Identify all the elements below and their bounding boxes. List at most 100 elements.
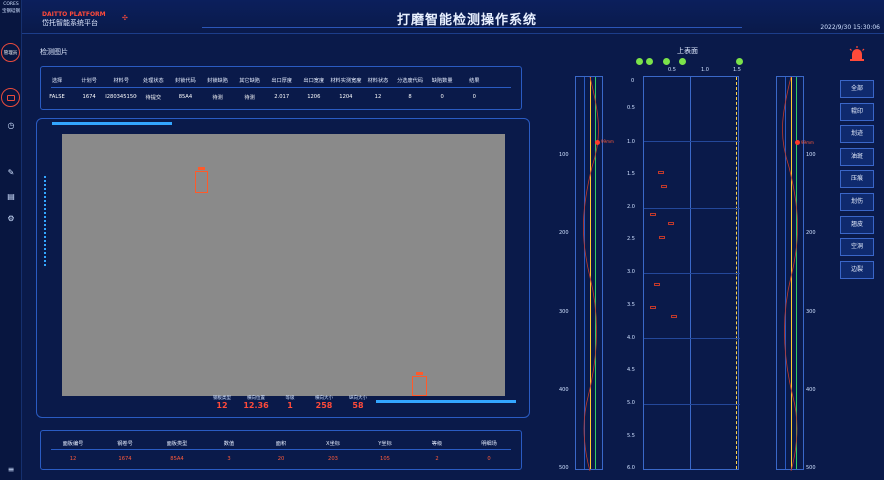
surface-y-tick: 2.0 — [627, 204, 635, 210]
right-strip-curve — [782, 77, 798, 471]
filter-all-button[interactable]: 全部 — [840, 80, 874, 98]
column-header: 选择 — [51, 78, 63, 84]
table-cell: 203 — [328, 456, 338, 462]
table-cell: 0 — [472, 94, 476, 100]
header: DAITTO PLATFORM 岱托智能系统平台 ✣ 打磨智能检测操作系统 20… — [22, 0, 884, 34]
table-cell: 20 — [277, 456, 285, 462]
filter-roll-mark-button[interactable]: 辊印 — [840, 102, 874, 121]
table-cell: 2 — [435, 456, 439, 462]
left-side-strip: 99mm — [575, 76, 614, 471]
table-cell: 2.017 — [274, 94, 290, 100]
filter-oil-spot-button[interactable]: 油斑 — [840, 147, 874, 166]
table-cell: I2803451500 — [105, 94, 138, 100]
table-divider — [51, 87, 511, 88]
strip-tick-label: 100 — [806, 152, 816, 158]
surface-chart-title: 上表面 — [677, 47, 698, 55]
table-cell: 3 — [227, 456, 231, 462]
defect-box[interactable] — [195, 171, 208, 193]
column-header: 出口宽度 — [303, 78, 325, 84]
surface-grid-line — [644, 208, 740, 209]
column-header: 计划号 — [81, 78, 97, 84]
left-strip-curve — [583, 77, 599, 471]
column-header: 面板类型 — [166, 441, 188, 447]
menu-icon[interactable]: ≡ — [5, 464, 17, 476]
table-cell: FALSE — [49, 94, 65, 100]
material-table: 选择 计划号 材料号 处理状态 封锁代码 封锁缺陷 其它缺陷 出口厚度 出口宽度… — [40, 66, 522, 110]
filter-edge-crack-button[interactable]: 边裂 — [840, 260, 874, 279]
strip-tick-label: 100 — [559, 152, 569, 158]
history-icon[interactable]: ◷ — [5, 120, 17, 132]
filter-peel-button[interactable]: 翘皮 — [840, 215, 874, 234]
surface-defect-mark[interactable] — [658, 171, 664, 174]
strip-tick-label: 200 — [559, 230, 569, 236]
filter-hole-button[interactable]: 空洞 — [840, 238, 874, 257]
column-header: X坐标 — [326, 441, 340, 447]
table-row[interactable]: FALSE 1674 I2803451500 待提交 85A4 待测 待测 2.… — [41, 94, 521, 101]
table-cell: 0 — [487, 456, 491, 462]
defect-box[interactable] — [412, 376, 427, 396]
column-header: 材料号 — [113, 78, 130, 84]
surface-y-tick: 1.5 — [627, 171, 635, 177]
defect-readout: 钢板类型 12 横向位置 12.36 等级 1 横向大小 258 纵向大小 58 — [205, 395, 375, 413]
surface-map[interactable] — [643, 76, 740, 470]
table-divider — [51, 449, 511, 450]
strip-marker[interactable] — [595, 140, 600, 145]
status-light-icon — [646, 58, 653, 65]
readout-item: 横向位置 12.36 — [239, 395, 273, 410]
column-header: 出口厚度 — [271, 78, 293, 84]
rail-admin-button[interactable]: 管理员 — [1, 43, 20, 62]
brand-chinese: 岱托智能系统平台 — [42, 19, 98, 27]
surface-x-tick: 0.5 — [668, 67, 676, 73]
defect-filter-list: 全部 辊印 划迹 油斑 压痕 划伤 翘皮 空洞 边裂 — [840, 80, 874, 283]
filter-scratch-trace-button[interactable]: 划迹 — [840, 125, 874, 144]
document-icon[interactable]: ▤ — [5, 191, 17, 203]
column-header: 材料状态 — [367, 78, 389, 84]
surface-y-tick: 6.0 — [627, 465, 635, 471]
inspection-image[interactable] — [62, 134, 505, 396]
surface-defect-mark[interactable] — [659, 236, 665, 239]
surface-defect-mark[interactable] — [661, 185, 667, 188]
surface-defect-mark[interactable] — [654, 283, 660, 286]
defect-tag — [198, 167, 205, 170]
status-light-icon — [636, 58, 643, 65]
readout-item: 横向大小 258 — [307, 395, 341, 410]
defect-table: 面板编号 钢卷号 面板类型 数值 面积 X坐标 Y坐标 等级 明细场 12 16… — [40, 430, 522, 470]
right-side-strip: 99mm — [776, 76, 814, 471]
column-header: 面积 — [275, 441, 287, 447]
column-header: 钢卷号 — [117, 441, 133, 447]
settings-icon[interactable]: ⚙ — [5, 213, 17, 225]
readout-value: 258 — [315, 401, 333, 410]
table-cell: 待测 — [244, 95, 255, 101]
surface-grid-line — [644, 141, 740, 142]
surface-defect-mark[interactable] — [650, 213, 656, 216]
surface-y-tick: 5.0 — [627, 400, 635, 406]
readout-value: 58 — [352, 401, 364, 410]
table-cell: 1204 — [339, 94, 353, 100]
filter-dent-button[interactable]: 压痕 — [840, 170, 874, 189]
table-cell: 85A4 — [170, 456, 184, 462]
column-header: 封锁代码 — [175, 78, 196, 84]
frame-accent-top — [52, 122, 172, 125]
surface-defect-mark[interactable] — [650, 306, 656, 309]
rail-dashboard-button[interactable] — [1, 88, 20, 107]
edit-icon[interactable]: ✎ — [5, 167, 17, 179]
surface-y-tick: 4.0 — [627, 335, 635, 341]
table-cell: 12 — [374, 94, 382, 100]
table-cell: 待测 — [212, 95, 223, 101]
readout-item: 纵向大小 58 — [341, 395, 375, 410]
alarm-icon[interactable] — [848, 45, 866, 63]
defect-tag — [416, 372, 423, 375]
status-light-icon — [679, 58, 686, 65]
column-header: 封锁缺陷 — [207, 78, 228, 84]
clock: 2022/9/30 15:30:06 — [820, 24, 880, 31]
table-row[interactable]: 12 1674 85A4 3 20 203 105 2 0 — [41, 456, 521, 462]
surface-defect-mark[interactable] — [668, 222, 674, 225]
readout-value: 12.36 — [243, 401, 269, 410]
surface-defect-mark[interactable] — [671, 315, 677, 318]
strip-marker-label: 99mm — [601, 139, 614, 144]
surface-grid-line — [644, 273, 740, 274]
frame-accent-bottom — [376, 400, 516, 403]
strip-marker[interactable] — [795, 140, 800, 145]
filter-scratch-button[interactable]: 划伤 — [840, 192, 874, 211]
surface-y-tick: 4.5 — [627, 367, 635, 373]
